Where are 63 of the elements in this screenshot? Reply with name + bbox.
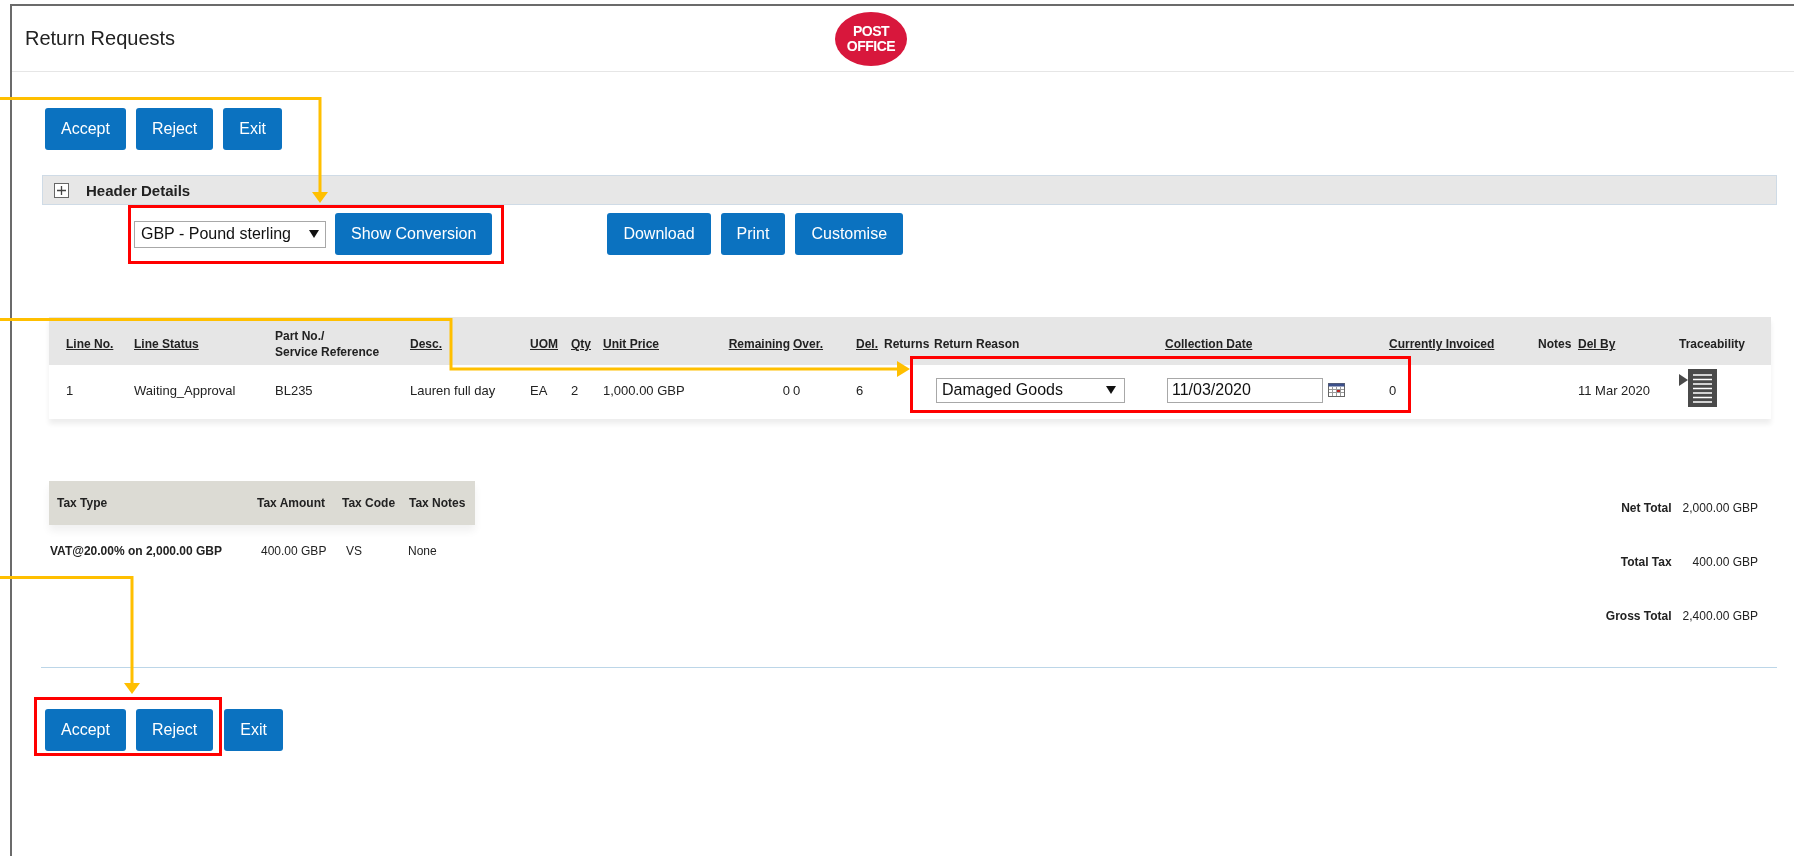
- table-cell: Lauren full day: [410, 382, 496, 398]
- total-label: Total Tax: [1620, 555, 1672, 569]
- table-cell: VAT@20.00% on 2,000.00 GBP: [50, 544, 222, 558]
- exit-button[interactable]: Exit: [224, 709, 283, 751]
- print-button[interactable]: Print: [720, 213, 786, 255]
- document-list-icon[interactable]: [1679, 369, 1717, 407]
- column-header[interactable]: UOM: [530, 336, 558, 352]
- caret-icon: [309, 230, 319, 238]
- table-cell: 400.00 GBP: [261, 544, 327, 558]
- total-value: 400.00 GBP: [1692, 555, 1758, 569]
- table-cell: 2: [571, 382, 579, 398]
- exit-button[interactable]: Exit: [223, 108, 282, 150]
- reason-dropdown[interactable]: Damaged Goods: [936, 377, 1125, 403]
- column-header[interactable]: Line Status: [134, 336, 199, 352]
- column-header: Part No./ Service Reference: [275, 328, 380, 360]
- column-header: Tax Code: [342, 496, 396, 510]
- accept-button[interactable]: Accept: [45, 108, 126, 150]
- total-value: 2,000.00 GBP: [1682, 501, 1758, 515]
- reject-button[interactable]: Reject: [135, 709, 214, 751]
- table-cell: 6: [856, 382, 864, 398]
- show-conversion-button[interactable]: Show Conversion: [335, 213, 493, 255]
- column-header: Tax Amount: [257, 496, 325, 510]
- column-header[interactable]: Unit Price: [603, 336, 659, 352]
- reject-button[interactable]: Reject: [135, 108, 214, 150]
- total-label: Net Total: [1621, 501, 1672, 515]
- table-cell: 1: [66, 382, 74, 398]
- currency-dropdown[interactable]: GBP - Pound sterling: [134, 220, 326, 248]
- table-cell: BL235: [275, 382, 313, 398]
- accept-button[interactable]: Accept: [45, 709, 126, 751]
- column-header: Tax Notes: [409, 496, 466, 510]
- table-cell: 11 Mar 2020: [1578, 382, 1651, 398]
- calendar-icon[interactable]: [1328, 383, 1345, 397]
- column-header: Return Reason: [934, 336, 1020, 352]
- column-header: Notes: [1538, 336, 1572, 352]
- window-title: Return Requests: [25, 27, 176, 50]
- column-header[interactable]: Remaining: [728, 336, 790, 352]
- column-header[interactable]: Desc.: [410, 336, 443, 352]
- download-button[interactable]: Download: [607, 213, 711, 255]
- table-cell: 0: [793, 382, 801, 398]
- column-header: Returns: [884, 336, 930, 352]
- customise-button[interactable]: Customise: [795, 213, 904, 255]
- column-header[interactable]: Del.: [856, 336, 878, 352]
- column-header: Traceability: [1679, 336, 1746, 352]
- column-header[interactable]: Del By: [1578, 336, 1616, 352]
- column-header[interactable]: Qty: [571, 336, 591, 352]
- column-header[interactable]: Line No.: [66, 336, 114, 352]
- column-header[interactable]: Over.: [793, 336, 824, 352]
- table-cell: 1,000.00 GBP: [603, 382, 685, 398]
- total-value: 2,400.00 GBP: [1682, 609, 1758, 623]
- total-label: Gross Total: [1605, 609, 1672, 623]
- table-cell: 0: [1389, 382, 1397, 398]
- column-header[interactable]: Collection Date: [1165, 336, 1253, 352]
- table-cell: VS: [346, 544, 362, 558]
- column-header[interactable]: Currently Invoiced: [1389, 336, 1495, 352]
- table-cell: None: [408, 544, 437, 558]
- caret-icon: [1106, 386, 1116, 394]
- date-field[interactable]: 11/03/2020: [1167, 377, 1323, 403]
- column-header: Tax Type: [57, 496, 108, 510]
- table-cell: EA: [530, 382, 548, 398]
- expand-icon[interactable]: [54, 182, 69, 198]
- table-cell: 0: [782, 382, 790, 398]
- table-cell: Waiting_Approval: [134, 382, 236, 398]
- section-title[interactable]: Header Details: [86, 181, 191, 199]
